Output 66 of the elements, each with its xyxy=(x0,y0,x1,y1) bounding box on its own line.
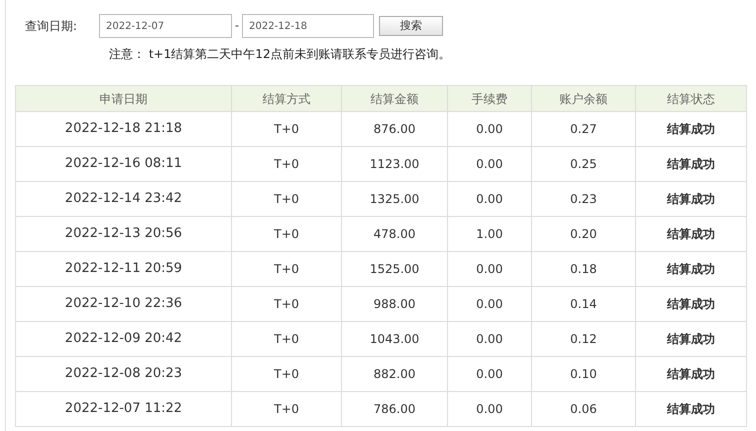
table-cell: 结算成功 xyxy=(636,392,746,426)
search-button[interactable]: 搜索 xyxy=(378,16,443,36)
notice-text: 注意： t+1结算第二天中午12点前未到账请联系专员进行咨询。 xyxy=(109,47,450,61)
table-cell: 0.00 xyxy=(448,322,532,356)
table-cell: 结算成功 xyxy=(636,146,746,182)
column-header: 结算金额 xyxy=(342,86,448,112)
table-cell: 0.00 xyxy=(448,356,532,392)
table-cell: 0.20 xyxy=(532,216,636,252)
column-header: 手续费 xyxy=(448,86,532,112)
table-cell: 2022-12-13 20:56 xyxy=(16,216,232,252)
table-cell: 988.00 xyxy=(342,286,448,322)
table-cell: T+0 xyxy=(232,356,342,392)
table-cell: 2022-12-18 21:18 xyxy=(16,112,232,146)
column-header: 结算状态 xyxy=(636,86,746,112)
table-cell: 786.00 xyxy=(342,392,448,426)
table-cell: 2022-12-09 20:42 xyxy=(16,322,232,356)
table-cell: 0.00 xyxy=(448,146,532,182)
table-cell: 1123.00 xyxy=(342,146,448,182)
table-cell: 0.00 xyxy=(448,286,532,322)
table-cell: 2022-12-08 20:23 xyxy=(16,356,232,392)
table-cell: 1325.00 xyxy=(342,182,448,216)
table-cell: 1525.00 xyxy=(342,252,448,286)
table-cell: 2022-12-11 20:59 xyxy=(16,252,232,286)
table-cell: 2022-12-07 11:22 xyxy=(16,392,232,426)
table-cell: 0.06 xyxy=(532,392,636,426)
table-cell: T+0 xyxy=(232,392,342,426)
table-cell: 0.23 xyxy=(532,182,636,216)
table-cell: 1.00 xyxy=(448,216,532,252)
column-header: 结算方式 xyxy=(232,86,342,112)
table-cell: 0.00 xyxy=(448,112,532,146)
table-cell: 0.14 xyxy=(532,286,636,322)
table-cell: 882.00 xyxy=(342,356,448,392)
table-cell: 结算成功 xyxy=(636,356,746,392)
start-date-field[interactable]: 2022-12-07 xyxy=(99,14,232,38)
date-separator: - xyxy=(234,18,240,34)
table-cell: T+0 xyxy=(232,182,342,216)
table-cell: 结算成功 xyxy=(636,112,746,146)
table-cell: T+0 xyxy=(232,252,342,286)
table-cell: 结算成功 xyxy=(636,182,746,216)
table-cell: T+0 xyxy=(232,286,342,322)
query-label: 查询日期: xyxy=(25,18,78,35)
column-header: 账户余额 xyxy=(532,86,636,112)
table-cell: 2022-12-10 22:36 xyxy=(16,286,232,322)
table-cell: T+0 xyxy=(232,322,342,356)
table-cell: T+0 xyxy=(232,146,342,182)
table-cell: 0.00 xyxy=(448,182,532,216)
table-cell: 0.25 xyxy=(532,146,636,182)
table-cell: 结算成功 xyxy=(636,286,746,322)
table-cell: 0.12 xyxy=(532,322,636,356)
table-cell: 结算成功 xyxy=(636,322,746,356)
column-header: 申请日期 xyxy=(16,86,232,112)
table-cell: 1043.00 xyxy=(342,322,448,356)
table-cell: 2022-12-14 23:42 xyxy=(16,182,232,216)
table-cell: 0.10 xyxy=(532,356,636,392)
table-cell: 结算成功 xyxy=(636,216,746,252)
table-cell: 0.18 xyxy=(532,252,636,286)
table-cell: 478.00 xyxy=(342,216,448,252)
table-cell: T+0 xyxy=(232,216,342,252)
table-cell: 2022-12-16 08:11 xyxy=(16,146,232,182)
table-cell: 0.00 xyxy=(448,252,532,286)
table-cell: 结算成功 xyxy=(636,252,746,286)
table-cell: 0.27 xyxy=(532,112,636,146)
table-cell: T+0 xyxy=(232,112,342,146)
table-cell: 0.00 xyxy=(448,392,532,426)
end-date-field[interactable]: 2022-12-18 xyxy=(242,14,374,38)
table-cell: 876.00 xyxy=(342,112,448,146)
